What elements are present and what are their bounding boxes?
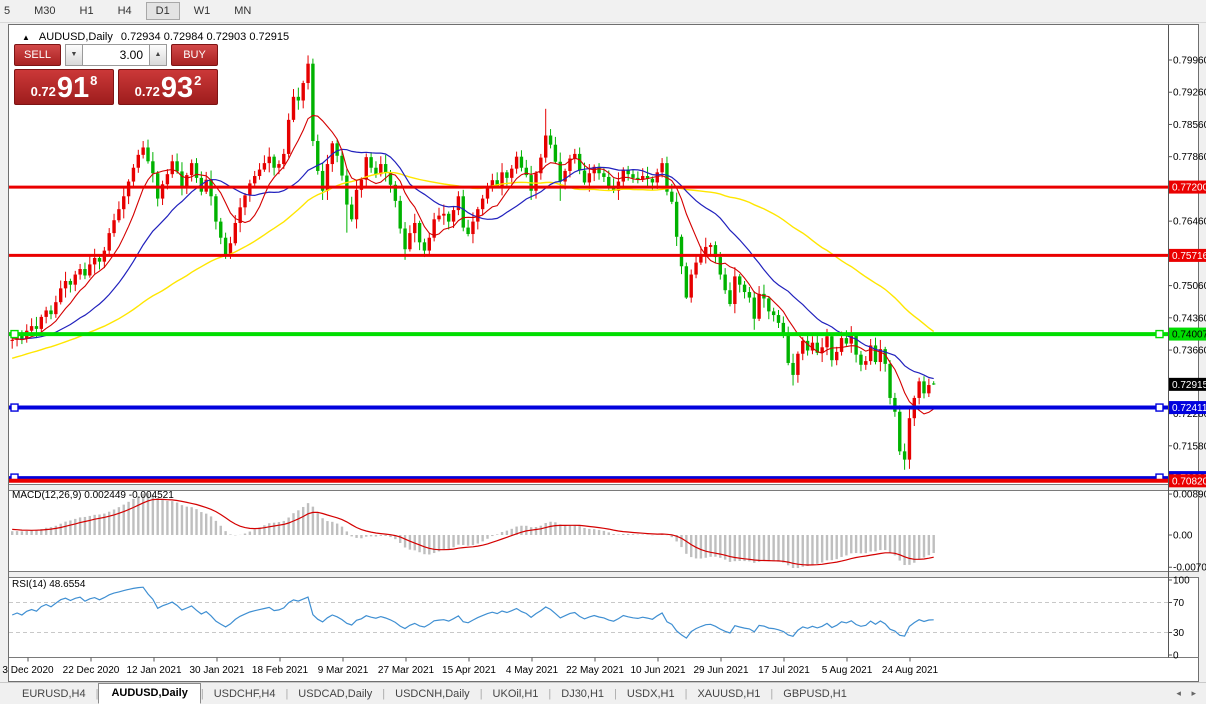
- svg-text:0.71580: 0.71580: [1173, 441, 1206, 452]
- svg-text:0.74360: 0.74360: [1173, 313, 1206, 324]
- svg-text:0.72411: 0.72411: [1172, 403, 1206, 414]
- svg-text:-0.00701: -0.00701: [1173, 563, 1206, 574]
- svg-text:0.75060: 0.75060: [1173, 281, 1206, 292]
- svg-text:22 May 2021: 22 May 2021: [566, 665, 624, 676]
- svg-text:70: 70: [1173, 598, 1185, 609]
- svg-text:29 Jun 2021: 29 Jun 2021: [693, 665, 748, 676]
- chart-ohlc-values: 0.72934 0.72984 0.72903 0.72915: [120, 31, 290, 43]
- chart-tab-gbpusd-h1[interactable]: GBPUSD,H1: [773, 685, 857, 704]
- svg-text:100: 100: [1173, 576, 1190, 587]
- hline-price-label: 0.75716: [1169, 248, 1206, 262]
- chart-tab-usdchf-h4[interactable]: USDCHF,H4: [204, 685, 286, 704]
- chart-tab-audusd-daily[interactable]: AUDUSD,Daily: [98, 683, 201, 704]
- svg-text:0.70820: 0.70820: [1172, 476, 1206, 487]
- buy-price-prefix: 0.72: [134, 84, 160, 99]
- macd-signal-line: [12, 498, 934, 566]
- svg-text:15 Apr 2021: 15 Apr 2021: [442, 665, 496, 676]
- horizontal-lines-layer[interactable]: [9, 185, 1168, 483]
- svg-text:22 Dec 2020: 22 Dec 2020: [63, 665, 120, 676]
- svg-text:9 Mar 2021: 9 Mar 2021: [318, 665, 369, 676]
- chart-tab-bar: EURUSD,H4 | AUDUSD,Daily | USDCHF,H4 | USDCAD,…: [0, 682, 1206, 704]
- buy-price-panel[interactable]: 0.72 93 2: [118, 69, 218, 105]
- hline-price-label: 0.70820: [1169, 474, 1206, 488]
- svg-text:0.75716: 0.75716: [1172, 251, 1206, 262]
- svg-text:5 Aug 2021: 5 Aug 2021: [822, 665, 873, 676]
- rsi-line: [11, 586, 934, 639]
- svg-text:3 Dec 2020: 3 Dec 2020: [2, 665, 54, 676]
- one-click-collapse-arrow[interactable]: ▲: [22, 33, 30, 42]
- tab-scroll-right-icon[interactable]: ▸: [1187, 688, 1200, 698]
- sell-price-panel[interactable]: 0.72 91 8: [14, 69, 114, 105]
- hline-price-label: 0.74007: [1169, 327, 1206, 341]
- svg-text:12 Jan 2021: 12 Jan 2021: [126, 665, 181, 676]
- hline-price-label: 0.72411: [1169, 401, 1206, 415]
- svg-text:0.74007: 0.74007: [1172, 330, 1206, 341]
- chart-tab-ukoil-h1[interactable]: UKOil,H1: [483, 685, 549, 704]
- volume-input[interactable]: 3.00: [83, 44, 149, 66]
- svg-text:4 May 2021: 4 May 2021: [506, 665, 559, 676]
- svg-text:0.72915: 0.72915: [1172, 380, 1206, 391]
- svg-text:18 Feb 2021: 18 Feb 2021: [252, 665, 309, 676]
- sell-price-main: 91: [56, 72, 90, 104]
- one-click-row-prices: 0.72 91 8 0.72 93 2: [14, 69, 218, 105]
- svg-text:30: 30: [1173, 628, 1185, 639]
- svg-text:27 Mar 2021: 27 Mar 2021: [378, 665, 435, 676]
- buy-price-main: 93: [160, 72, 194, 104]
- rsi-indicator-label: RSI(14) 48.6554: [12, 579, 86, 590]
- tab-scroll-arrows: ◂ ▸: [1172, 688, 1200, 699]
- chart-tab-usdx-h1[interactable]: USDX,H1: [617, 685, 685, 704]
- chart-tab-xauusd-h1[interactable]: XAUUSD,H1: [687, 685, 770, 704]
- chart-tab-usdcad-daily[interactable]: USDCAD,Daily: [288, 685, 382, 704]
- volume-increase-button[interactable]: ▲: [149, 44, 167, 66]
- buy-button[interactable]: BUY: [171, 44, 218, 66]
- svg-text:0.76460: 0.76460: [1173, 217, 1206, 228]
- one-click-row-top: SELL ▼ 3.00 ▲ BUY: [14, 44, 218, 66]
- volume-control: ▼ 3.00 ▲: [65, 44, 167, 66]
- mt4-workspace: 5 M30 H1 H4 D1 W1 MN 0.79960 0.79260 0.78560 0.77…: [0, 0, 1206, 704]
- svg-text:0.78560: 0.78560: [1173, 120, 1206, 131]
- current-price-label: 0.72915: [1169, 377, 1206, 391]
- macd-indicator-label: MACD(12,26,9) 0.002449 -0.004521: [12, 490, 174, 501]
- macd-histogram: [10, 493, 935, 569]
- hline-price-label: 0.77200: [1169, 180, 1206, 194]
- svg-text:0.73660: 0.73660: [1173, 346, 1206, 357]
- sell-price-pip: 8: [90, 73, 98, 88]
- chart-tab-usdcnh-daily[interactable]: USDCNH,Daily: [385, 685, 480, 704]
- chart-tab-eurusd-h4[interactable]: EURUSD,H4: [12, 685, 96, 704]
- buy-price-pip: 2: [194, 73, 202, 88]
- sell-price-prefix: 0.72: [30, 84, 56, 99]
- moving-average-8: [12, 114, 935, 415]
- chart-symbol-period: AUDUSD,Daily: [38, 31, 113, 43]
- tab-scroll-left-icon[interactable]: ◂: [1172, 688, 1185, 698]
- svg-text:10 Jun 2021: 10 Jun 2021: [630, 665, 685, 676]
- svg-text:0.77860: 0.77860: [1173, 152, 1206, 163]
- one-click-trading-panel: SELL ▼ 3.00 ▲ BUY 0.72 91 8 0.72 93 2: [14, 44, 218, 105]
- svg-text:0.79260: 0.79260: [1173, 88, 1206, 99]
- svg-text:0: 0: [1173, 651, 1179, 662]
- svg-text:17 Jul 2021: 17 Jul 2021: [758, 665, 810, 676]
- sell-button[interactable]: SELL: [14, 44, 61, 66]
- chart-tab-dj30-h1[interactable]: DJ30,H1: [551, 685, 614, 704]
- svg-text:0.008904: 0.008904: [1173, 490, 1206, 501]
- svg-text:30 Jan 2021: 30 Jan 2021: [189, 665, 244, 676]
- svg-text:0.79960: 0.79960: [1173, 56, 1206, 67]
- svg-text:0.00: 0.00: [1173, 531, 1193, 542]
- chart-title: ▲ AUDUSD,Daily 0.72934 0.72984 0.72903 0…: [22, 31, 289, 43]
- moving-average-21: [12, 148, 934, 380]
- date-axis: 3 Dec 2020 22 Dec 2020 12 Jan 2021 30 Jan 2…: [2, 657, 939, 676]
- svg-text:0.77200: 0.77200: [1172, 183, 1206, 194]
- svg-text:24 Aug 2021: 24 Aug 2021: [882, 665, 939, 676]
- volume-decrease-button[interactable]: ▼: [65, 44, 83, 66]
